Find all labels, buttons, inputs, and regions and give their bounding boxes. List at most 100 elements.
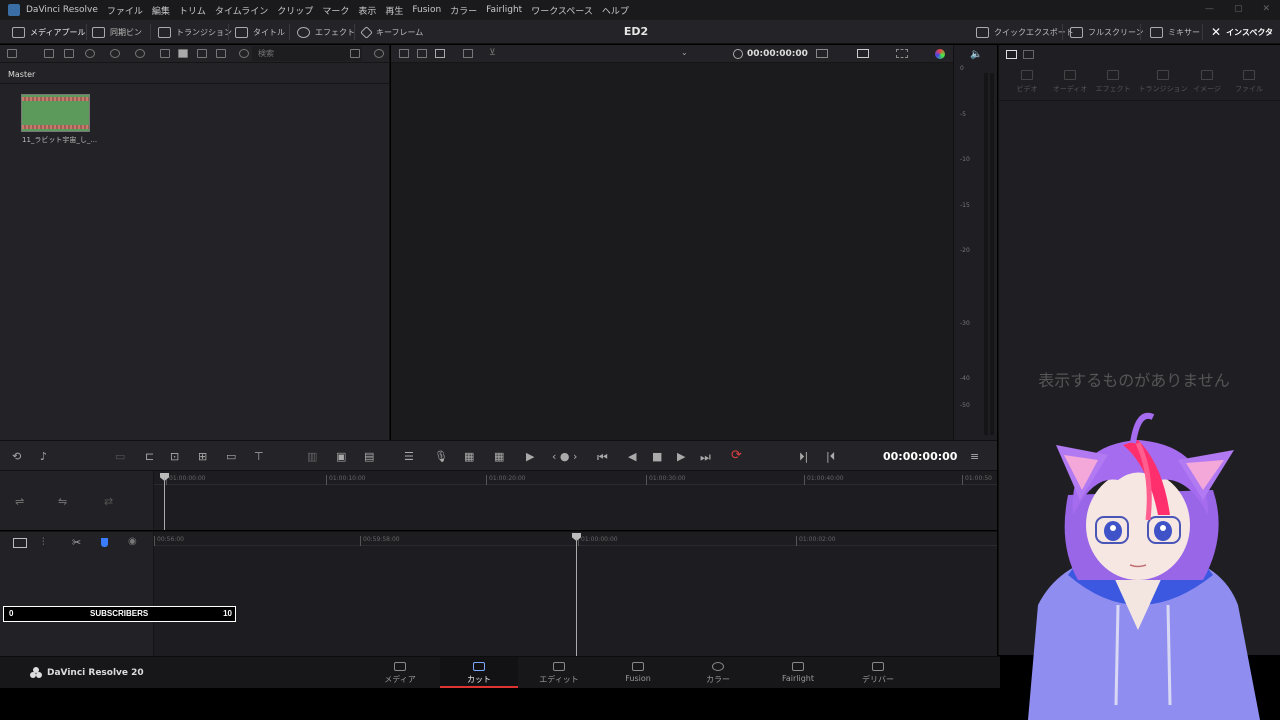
tab-file[interactable]: ファイル bbox=[1227, 70, 1271, 94]
audio-waveform-icon[interactable]: ⫶ bbox=[42, 537, 45, 548]
place-on-top-icon[interactable]: ▭ bbox=[226, 450, 236, 463]
source-tape-icon[interactable] bbox=[417, 49, 427, 58]
titles-button[interactable]: タイトル bbox=[235, 24, 285, 40]
clip-thumbnail[interactable] bbox=[21, 94, 90, 132]
speaker-icon[interactable]: 🔈 bbox=[970, 49, 982, 60]
menu-trim[interactable]: トリム bbox=[179, 4, 206, 17]
close-icon[interactable]: ✕ bbox=[1262, 4, 1270, 14]
upper-timeline-ruler[interactable]: 01:00:00:00 01:00:10:00 01:00:20:00 01:0… bbox=[154, 471, 997, 485]
page-tab-edit[interactable]: エディット bbox=[520, 657, 598, 688]
sync-icon[interactable] bbox=[110, 49, 120, 58]
boring-detector-icon[interactable]: ▦ bbox=[494, 450, 504, 463]
upper-playhead[interactable] bbox=[164, 477, 165, 530]
transitions-button[interactable]: トランジション bbox=[158, 24, 232, 40]
search-input[interactable] bbox=[252, 46, 362, 61]
go-to-start-icon[interactable]: ⏮ bbox=[597, 450, 608, 465]
tab-transition[interactable]: トランジション bbox=[1138, 70, 1188, 94]
grid-icon[interactable] bbox=[463, 49, 473, 58]
options-menu-icon[interactable]: ≡ bbox=[970, 450, 979, 463]
prev-edit-icon[interactable]: ‹ ● › bbox=[552, 450, 577, 463]
go-to-end-icon[interactable]: ⏭ bbox=[700, 450, 711, 465]
thumbnail-view-icon[interactable] bbox=[178, 49, 188, 58]
fullscreen-button[interactable]: フルスクリーン bbox=[1070, 24, 1144, 40]
link-icon[interactable] bbox=[135, 49, 145, 58]
maximize-icon[interactable]: ▢ bbox=[1234, 4, 1243, 14]
sidebar-toggle-icon[interactable] bbox=[7, 49, 17, 58]
viewer-mode-icon[interactable] bbox=[399, 49, 409, 58]
search-icon[interactable] bbox=[239, 49, 249, 58]
quick-export-button[interactable]: クイックエクスポート bbox=[976, 24, 1074, 40]
safe-area-icon[interactable] bbox=[816, 49, 828, 58]
audio-tools-icon[interactable]: ⇋ bbox=[58, 495, 67, 508]
minimize-icon[interactable]: — bbox=[1205, 4, 1214, 14]
inspector-button[interactable]: ✕ インスペクタ bbox=[1211, 24, 1273, 40]
strip-view-icon[interactable] bbox=[160, 49, 170, 58]
menu-file[interactable]: ファイル bbox=[107, 4, 143, 17]
transform-icon[interactable] bbox=[896, 49, 908, 58]
microphone-icon[interactable]: 🎙 bbox=[434, 450, 448, 463]
video-track-icon[interactable] bbox=[13, 538, 27, 548]
play-reverse-icon[interactable]: ◀ bbox=[628, 450, 636, 463]
chevron-down-icon[interactable]: ⌄ bbox=[681, 48, 688, 57]
mark-in-icon[interactable]: ⏵| bbox=[799, 450, 808, 464]
page-tab-fairlight[interactable]: Fairlight bbox=[759, 657, 837, 688]
fast-review-icon[interactable]: ▦ bbox=[464, 450, 474, 463]
play-icon[interactable]: ▶ bbox=[677, 450, 685, 463]
bin-label[interactable]: Master bbox=[8, 70, 35, 79]
page-tab-media[interactable]: メディア bbox=[361, 657, 439, 688]
menu-edit[interactable]: 編集 bbox=[152, 4, 170, 17]
tab-audio[interactable]: オーディオ bbox=[1048, 70, 1092, 94]
menu-help[interactable]: ヘルプ bbox=[602, 4, 629, 17]
list-view-icon[interactable] bbox=[216, 49, 226, 58]
inspector-video-icon[interactable] bbox=[1006, 50, 1017, 59]
page-tab-fusion[interactable]: Fusion bbox=[599, 657, 677, 688]
sort-icon[interactable] bbox=[350, 49, 360, 58]
lower-playhead[interactable] bbox=[576, 538, 577, 657]
color-icon[interactable] bbox=[935, 49, 945, 59]
close-up-icon[interactable]: ⊞ bbox=[198, 450, 207, 463]
ripple-overwrite-icon[interactable]: ⊡ bbox=[170, 450, 179, 463]
audio-link-icon[interactable]: ♪ bbox=[40, 450, 47, 463]
refresh-icon[interactable] bbox=[374, 49, 384, 58]
mixer-button[interactable]: ミキサー bbox=[1150, 24, 1200, 40]
play-around-icon[interactable]: ▶ bbox=[526, 450, 534, 463]
source-overwrite-icon[interactable]: ⊤ bbox=[254, 450, 264, 463]
new-bin-icon[interactable] bbox=[64, 49, 74, 58]
filmstrip-view-icon[interactable] bbox=[197, 49, 207, 58]
upper-timeline[interactable]: ⇌ ⇋ ⇄ 01:00:00:00 01:00:10:00 01:00:20:0… bbox=[0, 471, 997, 530]
shield-icon[interactable] bbox=[101, 538, 108, 547]
mark-out-icon[interactable]: |⏴ bbox=[826, 450, 835, 464]
loop-icon[interactable]: ⟳ bbox=[731, 448, 742, 463]
menu-clip[interactable]: クリップ bbox=[277, 4, 313, 17]
page-tab-color[interactable]: カラー bbox=[679, 657, 757, 688]
split-icon[interactable]: ▥ bbox=[307, 450, 317, 463]
tab-effects[interactable]: エフェクト bbox=[1091, 70, 1135, 94]
keyframes-button[interactable]: キーフレーム bbox=[360, 24, 423, 40]
menu-mark[interactable]: マーク bbox=[322, 4, 349, 17]
smart-insert-icon[interactable]: ▭ bbox=[115, 450, 125, 463]
still-icon[interactable]: ▣ bbox=[336, 450, 346, 463]
tab-video[interactable]: ビデオ bbox=[1005, 70, 1049, 94]
menu-timeline[interactable]: タイムライン bbox=[215, 4, 268, 17]
display-mode-icon[interactable] bbox=[857, 49, 869, 58]
append-icon[interactable]: ⊏ bbox=[145, 450, 154, 463]
settings-sliders-icon[interactable]: ☰ bbox=[404, 450, 414, 463]
track-tools-icon[interactable]: ⇌ bbox=[15, 495, 24, 508]
menu-fusion[interactable]: Fusion bbox=[412, 5, 441, 15]
pin-icon[interactable]: ⊻ bbox=[489, 48, 496, 58]
media-pool-button[interactable]: メディアプール bbox=[12, 24, 85, 40]
menu-view[interactable]: 表示 bbox=[358, 4, 376, 17]
page-tab-cut[interactable]: カット bbox=[440, 657, 518, 688]
sync-bin-button[interactable]: 同期ビン bbox=[92, 24, 142, 40]
import-media-icon[interactable] bbox=[44, 49, 54, 58]
overlay-icon[interactable]: ▤ bbox=[364, 450, 374, 463]
cloud-icon[interactable] bbox=[85, 49, 95, 58]
timeline-viewer-icon[interactable] bbox=[435, 49, 445, 58]
effects-button[interactable]: エフェクト bbox=[297, 24, 355, 40]
menu-fairlight[interactable]: Fairlight bbox=[486, 5, 522, 15]
stop-icon[interactable]: ■ bbox=[652, 450, 662, 463]
scissors-icon[interactable]: ✂ bbox=[72, 536, 81, 549]
menu-color[interactable]: カラー bbox=[450, 4, 477, 17]
lower-timeline[interactable]: ⫶ ✂ ◉ 00:56:00 00:59:58:00 01:00:00:00 0… bbox=[0, 531, 997, 657]
tab-image[interactable]: イメージ bbox=[1185, 70, 1229, 94]
